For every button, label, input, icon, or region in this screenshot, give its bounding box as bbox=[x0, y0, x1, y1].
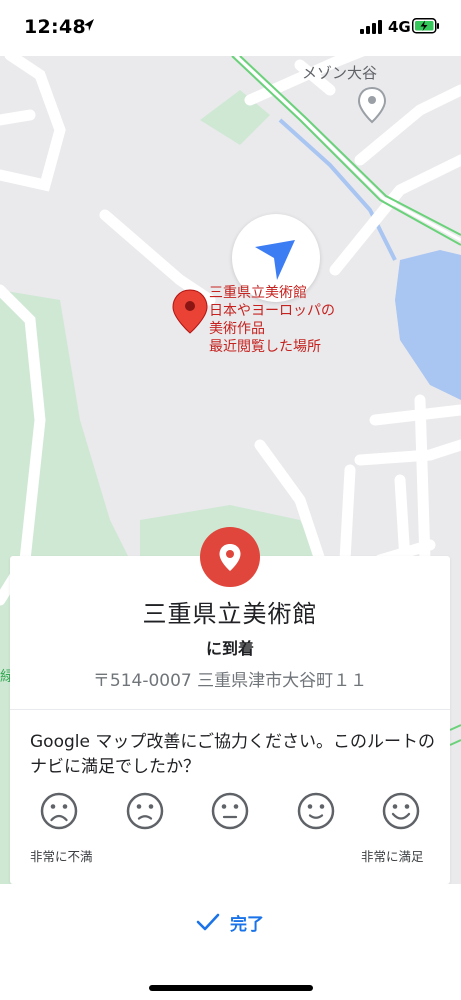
signal-icon bbox=[360, 20, 382, 34]
rating-dissatisfied-icon[interactable] bbox=[125, 791, 165, 831]
done-label: 完了 bbox=[230, 914, 264, 935]
poi-pin-icon bbox=[357, 86, 387, 124]
place-label-line: 日本やヨーロッパの bbox=[209, 303, 335, 319]
location-pin-icon bbox=[219, 544, 241, 571]
destination-address: 〒514-0007 三重県津市大谷町１１ bbox=[92, 671, 368, 691]
place-label-line: 美術作品 bbox=[209, 321, 265, 337]
checkmark-icon bbox=[196, 913, 220, 931]
rating-satisfied-icon[interactable] bbox=[296, 791, 336, 831]
rating-low-label: 非常に不満 bbox=[30, 849, 93, 864]
status-time: 12:48 bbox=[24, 16, 86, 38]
card-divider bbox=[10, 709, 450, 710]
network-type: 4G bbox=[388, 18, 411, 36]
location-arrow-icon bbox=[84, 19, 94, 31]
home-indicator[interactable] bbox=[149, 985, 313, 991]
rating-very-dissatisfied-icon[interactable] bbox=[39, 791, 79, 831]
bottom-bar bbox=[0, 884, 461, 1000]
place-pin-icon bbox=[172, 289, 208, 334]
battery-charging-icon bbox=[412, 18, 439, 34]
poi-label[interactable]: メゾン大谷 bbox=[302, 62, 377, 83]
arrival-status: に到着 bbox=[205, 639, 254, 658]
rating-high-label: 非常に満足 bbox=[361, 849, 424, 864]
feedback-question: Google マップ改善にご協力ください。このルートのナビに満足でしたか？ bbox=[30, 732, 436, 777]
destination-title: 三重県立美術館 bbox=[142, 600, 318, 628]
arrival-card: 三重県立美術館 に到着 〒514-0007 三重県津市大谷町１１ Google … bbox=[10, 556, 450, 884]
place-label-line: 最近閲覧した場所 bbox=[209, 339, 321, 355]
destination-badge bbox=[200, 527, 260, 587]
status-bar: 12:48 4G bbox=[0, 0, 461, 56]
place-label[interactable]: 三重県立美術館 日本やヨーロッパの 美術作品 最近閲覧した場所 bbox=[209, 284, 335, 356]
rating-neutral-icon[interactable] bbox=[210, 791, 250, 831]
place-label-line: 三重県立美術館 bbox=[209, 285, 307, 301]
done-button[interactable]: 完了 bbox=[180, 904, 280, 940]
rating-very-satisfied-icon[interactable] bbox=[381, 791, 421, 831]
